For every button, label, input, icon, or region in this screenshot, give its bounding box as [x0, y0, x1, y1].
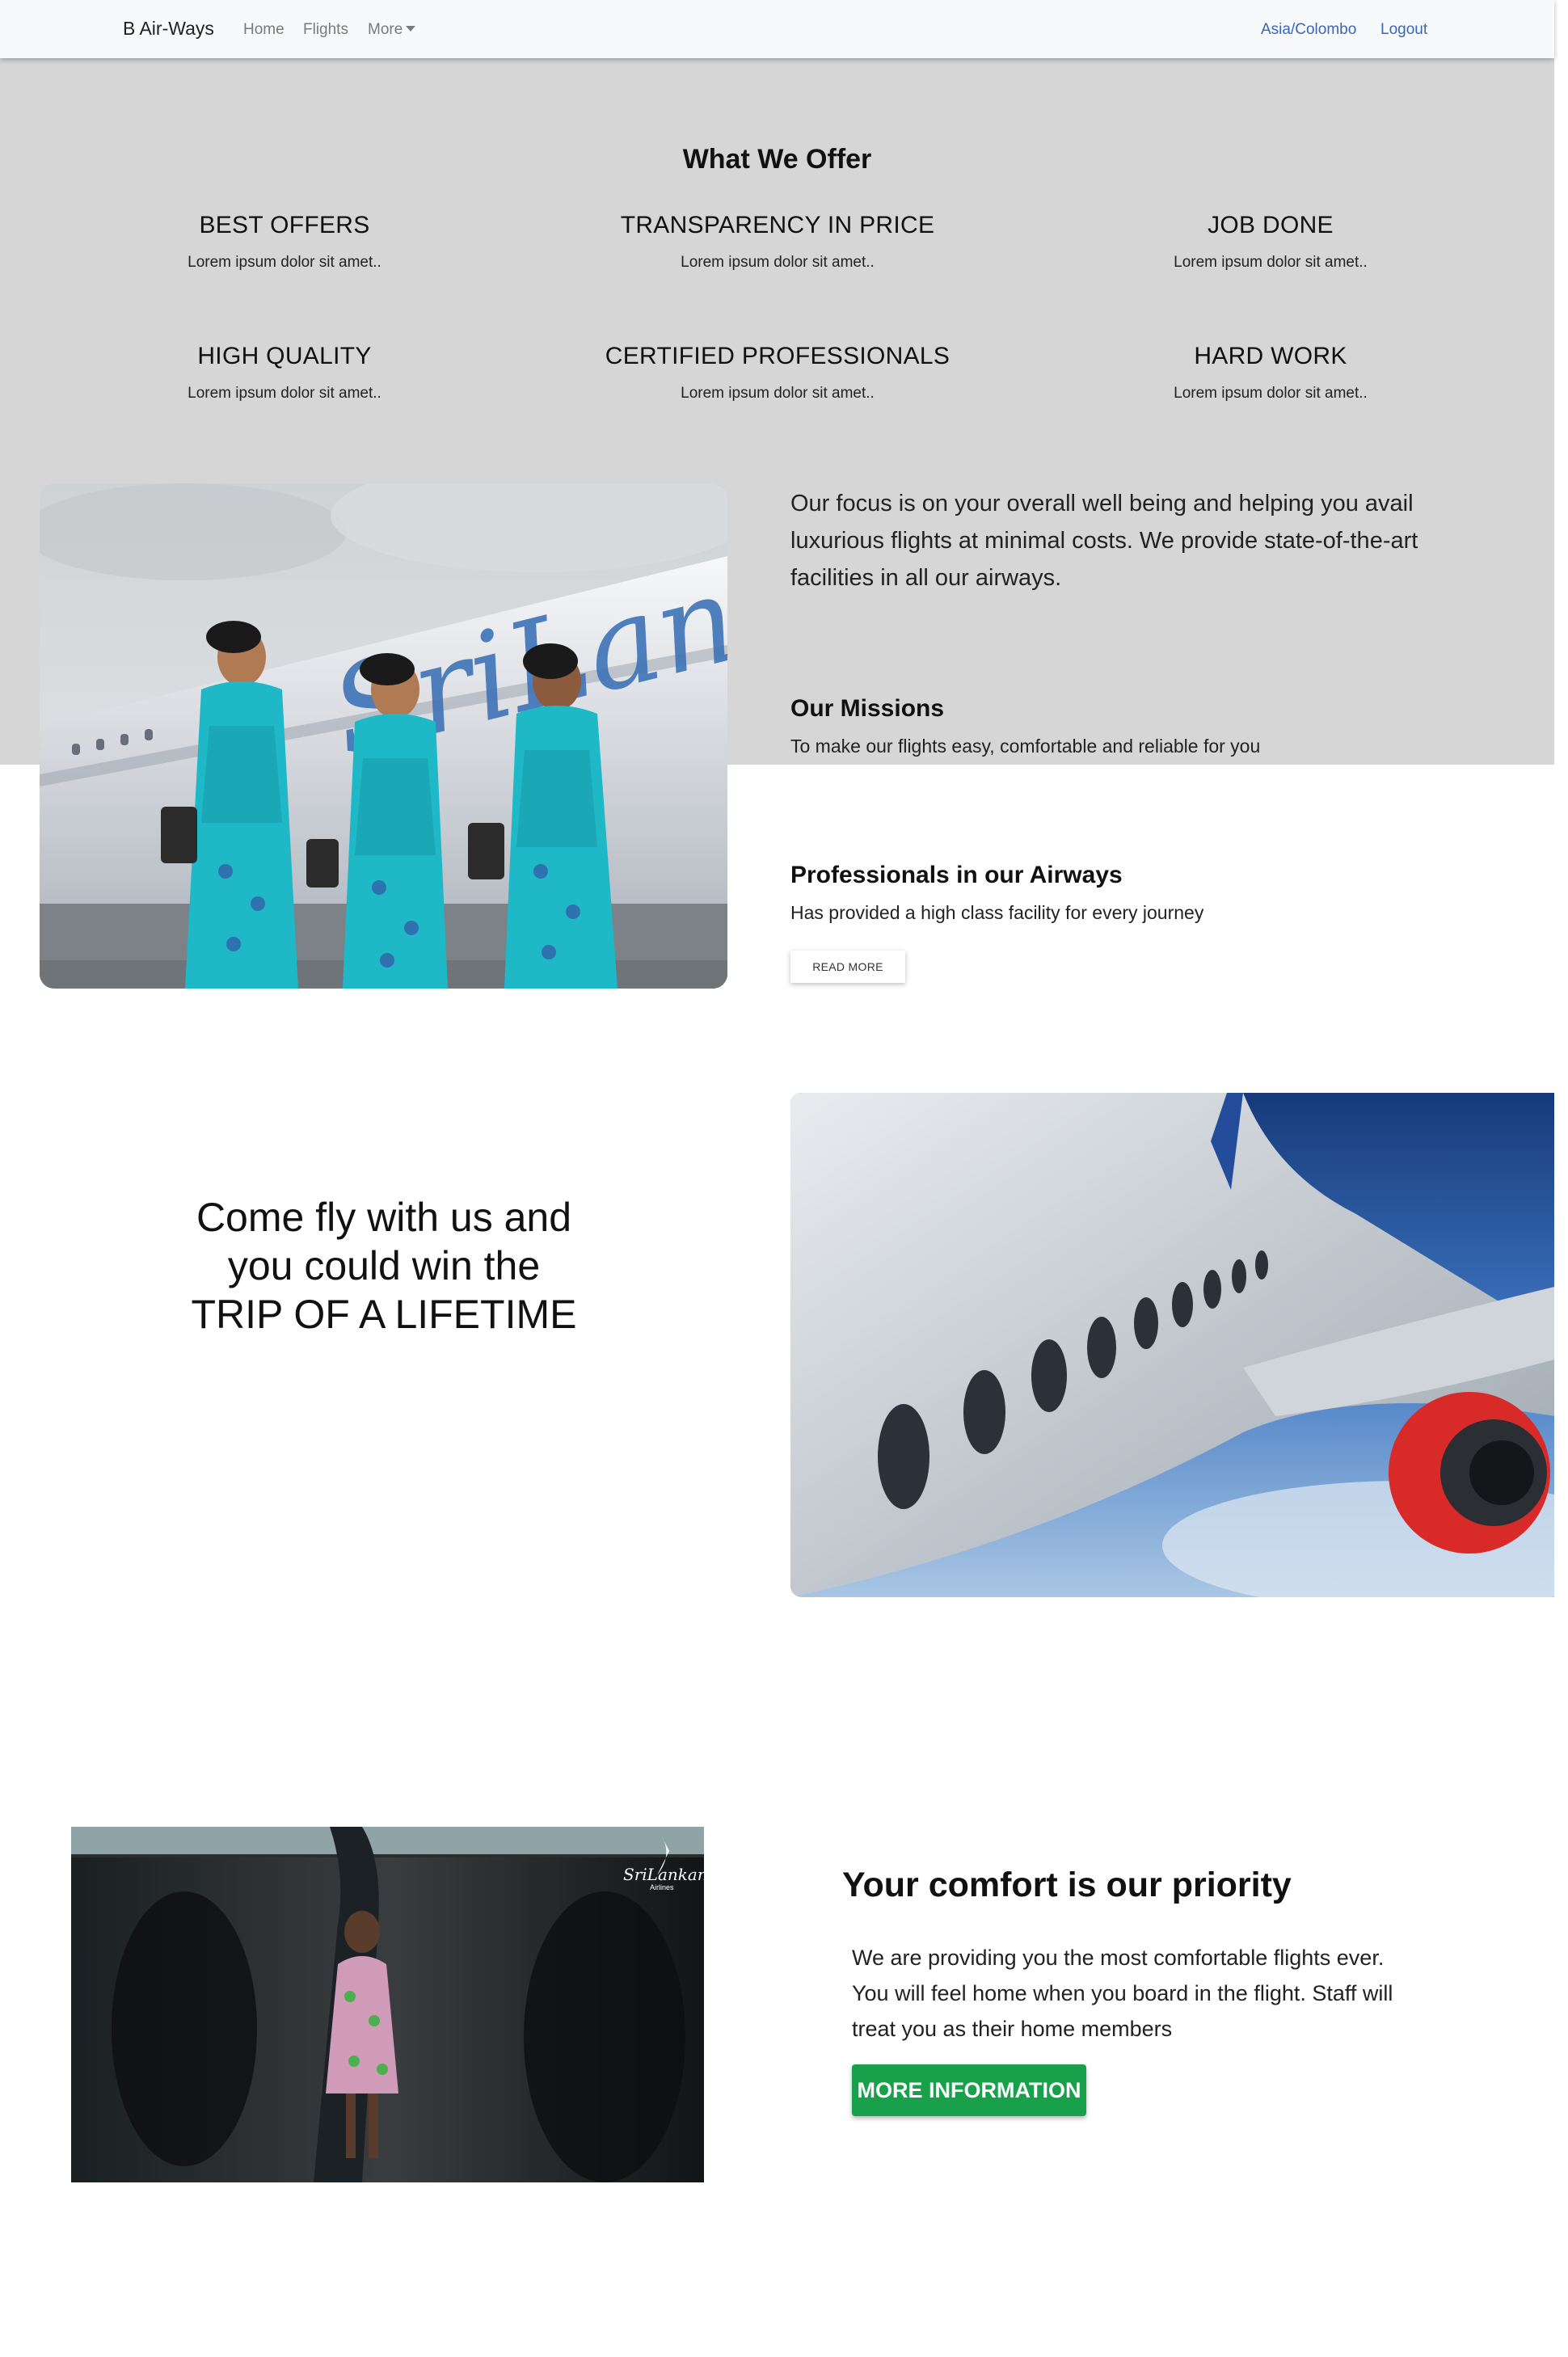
nav-more-label: More [368, 21, 403, 38]
feature-title: TRANSPARENCY IN PRICE [620, 212, 935, 238]
brand-logo[interactable]: B Air-Ways [123, 18, 214, 40]
video-logo-text: SriLankan [623, 1865, 704, 1884]
timezone-link[interactable]: Asia/Colombo [1261, 21, 1356, 39]
professionals-title: Professionals in our Airways [790, 862, 1123, 888]
flight-attendants-photo: SriLankan [40, 483, 727, 989]
promo-line-2: you could win the [227, 1243, 541, 1288]
feature-text: Lorem ipsum dolor sit amet.. [681, 254, 875, 271]
feature-hard-work: HARD WORK Lorem ipsum dolor sit amet.. [1044, 343, 1497, 403]
promo-line-1: Come fly with us and [196, 1195, 572, 1240]
professionals-text: Has provided a high class facility for e… [790, 902, 1204, 923]
feature-title: HARD WORK [1194, 343, 1347, 369]
video-logo-subtext: Airlines [650, 1883, 674, 1891]
nav-more-dropdown[interactable]: More [368, 21, 416, 39]
navbar: B Air-Ways Home Flights More Asia/Colomb… [0, 0, 1554, 58]
feature-title: CERTIFIED PROFESSIONALS [605, 343, 950, 369]
page-gutter [1554, 0, 1568, 2357]
cabin-video-thumbnail[interactable]: SriLankan Airlines [71, 1827, 704, 2182]
feature-job-done: JOB DONE Lorem ipsum dolor sit amet.. [1044, 212, 1497, 272]
missions-title: Our Missions [790, 695, 945, 722]
airplane-wing-photo [790, 1093, 1554, 1597]
more-information-button[interactable]: MORE INFORMATION [852, 2064, 1086, 2116]
feature-title: JOB DONE [1208, 212, 1334, 238]
comfort-paragraph: We are providing you the most comfortabl… [852, 1946, 1393, 2041]
feature-text: Lorem ipsum dolor sit amet.. [188, 385, 381, 402]
promo-headline: Come fly with us and you could win the T… [105, 1193, 663, 1339]
feature-high-quality: HIGH QUALITY Lorem ipsum dolor sit amet.… [58, 343, 511, 403]
nav-home-link[interactable]: Home [243, 21, 285, 39]
feature-best-offers: BEST OFFERS Lorem ipsum dolor sit amet.. [58, 212, 511, 272]
promo-line-3: TRIP OF A LIFETIME [191, 1292, 577, 1337]
read-more-button[interactable]: READ MORE [790, 951, 905, 983]
feature-text: Lorem ipsum dolor sit amet.. [681, 385, 875, 402]
feature-certified-professionals: CERTIFIED PROFESSIONALS Lorem ipsum dolo… [551, 343, 1004, 403]
nav-flights-link[interactable]: Flights [303, 21, 348, 39]
feature-title: BEST OFFERS [199, 212, 370, 238]
logout-link[interactable]: Logout [1380, 21, 1427, 39]
comfort-title: Your comfort is our priority [842, 1866, 1292, 1904]
missions-text: To make our flights easy, comfortable an… [790, 736, 1261, 757]
feature-text: Lorem ipsum dolor sit amet.. [1174, 254, 1368, 271]
offers-title: What We Offer [682, 144, 872, 175]
feature-transparency: TRANSPARENCY IN PRICE Lorem ipsum dolor … [551, 212, 1004, 272]
feature-text: Lorem ipsum dolor sit amet.. [188, 254, 381, 271]
focus-paragraph: Our focus is on your overall well being … [790, 491, 1418, 591]
feature-text: Lorem ipsum dolor sit amet.. [1174, 385, 1368, 402]
feature-title: HIGH QUALITY [197, 343, 372, 369]
caret-down-icon [406, 26, 416, 32]
